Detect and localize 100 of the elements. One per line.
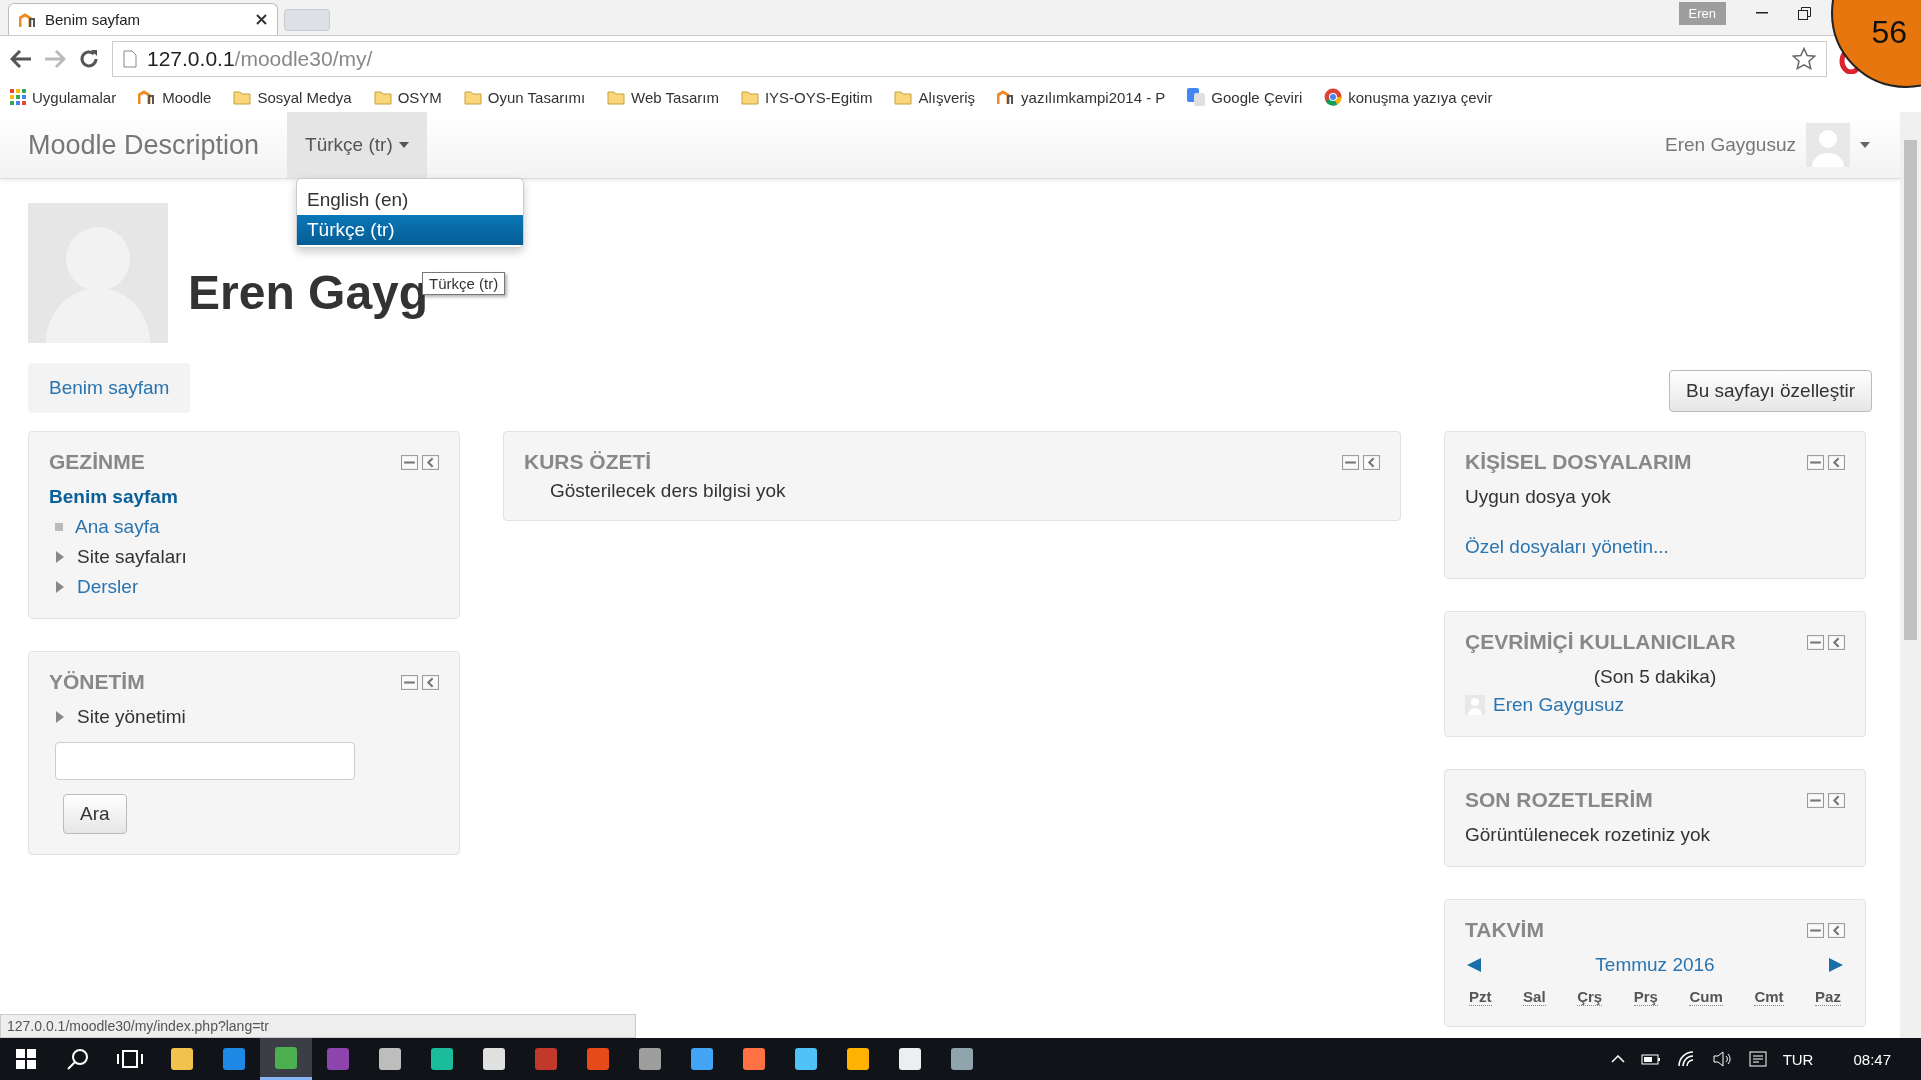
minimize-icon[interactable] <box>401 454 418 470</box>
close-icon[interactable] <box>256 14 267 25</box>
folder-icon <box>894 89 913 105</box>
minimize-icon[interactable] <box>1807 792 1824 808</box>
block-title: TAKVİM <box>1465 918 1545 942</box>
counter-text: 56 <box>1871 14 1907 51</box>
search-field[interactable] <box>55 742 355 780</box>
minimize-icon[interactable] <box>1807 922 1824 938</box>
previous-month-icon[interactable] <box>1467 958 1481 972</box>
bookmark[interactable]: OSYM <box>397 88 442 106</box>
language-option[interactable]: Türkçe (tr) <box>297 215 523 245</box>
search-icon <box>67 1048 89 1070</box>
folder-icon <box>607 89 626 105</box>
user-avatar-icon <box>28 203 168 343</box>
clock[interactable]: 08:47 <box>1853 1050 1891 1068</box>
weekday-header: Paz <box>1815 988 1841 1006</box>
bookmark[interactable]: yazılımkampi2014 - P <box>1021 88 1166 106</box>
folder-icon <box>373 89 392 105</box>
user-name[interactable]: Eren Gaygusuz <box>1665 134 1796 156</box>
bookmark[interactable]: Oyun Tasarımı <box>487 88 586 106</box>
manage-files-link[interactable]: Özel dosyaları yönetin... <box>1465 536 1669 557</box>
bookmark[interactable]: Google Çeviri <box>1211 88 1303 106</box>
notification-icon[interactable] <box>1748 1051 1767 1067</box>
nav-link[interactable]: Ana sayfa <box>75 516 160 538</box>
dock-icon[interactable] <box>1828 792 1845 808</box>
minimize-icon[interactable] <box>1342 454 1359 470</box>
bookmark[interactable]: Alışveriş <box>918 88 976 106</box>
block-title: YÖNETİM <box>49 670 146 694</box>
nav-item[interactable]: Site sayfaları <box>77 546 187 568</box>
site-icon <box>997 89 1016 105</box>
expand-icon[interactable] <box>55 550 65 564</box>
bookmark[interactable]: Moodle <box>162 88 212 106</box>
status-url: 127.0.0.1/moodle30/my/index.php?lang=tr <box>0 1014 636 1038</box>
dock-icon[interactable] <box>422 674 439 690</box>
dock-icon[interactable] <box>422 454 439 470</box>
weekday-header: Çrş <box>1577 988 1603 1006</box>
caret-icon <box>398 142 409 148</box>
empty-message: Uygun dosya yok <box>1465 486 1612 508</box>
bookmark[interactable]: Web Tasarım <box>631 88 719 106</box>
dock-icon[interactable] <box>1363 454 1380 470</box>
bookmark[interactable]: Sosyal Medya <box>257 88 352 106</box>
folder-icon <box>740 89 759 105</box>
bookmark[interactable]: IYS-OYS-Egitim <box>764 88 873 106</box>
restore-icon[interactable] <box>1798 6 1811 20</box>
chevron-icon[interactable] <box>1610 1055 1625 1063</box>
tooltip: Türkçe (tr) <box>422 272 506 295</box>
language-menu[interactable]: Türkçe (tr) <box>287 112 427 178</box>
block-title: KURS ÖZETİ <box>524 450 653 474</box>
folder-icon <box>463 89 482 105</box>
expand-icon[interactable] <box>55 710 65 724</box>
weekday-header: Prş <box>1633 988 1658 1006</box>
weekday-header: Sal <box>1523 988 1546 1006</box>
translate-icon <box>1187 88 1206 106</box>
block-title: GEZİNME <box>49 450 146 474</box>
expand-icon[interactable] <box>55 580 65 594</box>
page-icon <box>123 50 137 68</box>
windows-logo-icon <box>16 1049 36 1069</box>
weekday-header: Pzt <box>1469 988 1492 1006</box>
address-bar[interactable]: 127.0.0.1/moodle30/my/ <box>112 41 1827 77</box>
next-month-icon[interactable] <box>1829 958 1843 972</box>
site-icon <box>138 89 157 105</box>
browser-tab[interactable]: Benim sayfam <box>8 3 278 35</box>
minimize-icon[interactable] <box>1756 12 1768 14</box>
star-icon[interactable] <box>1792 47 1816 71</box>
dock-icon[interactable] <box>1828 922 1845 938</box>
page-tab[interactable]: Benim sayfam <box>28 363 191 413</box>
minimize-icon[interactable] <box>401 674 418 690</box>
nav-item[interactable]: Site yönetimi <box>77 706 186 728</box>
bullet-icon <box>55 523 63 531</box>
reload-icon[interactable] <box>78 48 100 70</box>
user-link[interactable]: Eren Gaygusuz <box>1493 694 1624 716</box>
weekday-header: Cum <box>1689 988 1723 1006</box>
folder-icon <box>233 89 252 105</box>
language-option[interactable]: English (en) <box>297 185 523 215</box>
dock-icon[interactable] <box>1828 634 1845 650</box>
weekday-header: Cmt <box>1754 988 1784 1006</box>
month-title[interactable]: Temmuz 2016 <box>1595 954 1715 976</box>
site-title[interactable]: Moodle Description <box>28 129 260 161</box>
search-button[interactable]: Ara <box>63 794 127 834</box>
back-icon[interactable] <box>10 50 32 68</box>
block-title: SON ROZETLERİM <box>1465 788 1654 812</box>
minimize-icon[interactable] <box>1807 454 1824 470</box>
scrollbar[interactable] <box>1900 112 1921 1038</box>
time-period: (Son 5 dakika) <box>1593 666 1717 687</box>
customize-page-button[interactable]: Bu sayfayı özelleştir <box>1669 370 1872 412</box>
minimize-icon[interactable] <box>1807 634 1824 650</box>
input-language[interactable]: TUR <box>1782 1050 1814 1068</box>
task-view-icon <box>117 1050 143 1068</box>
volume-icon[interactable] <box>1712 1051 1733 1067</box>
bookmark[interactable]: Uygulamalar <box>32 88 117 106</box>
empty-message: Görüntülenecek rozetiniz yok <box>1465 824 1711 846</box>
nav-link[interactable]: Benim sayfam <box>49 486 178 507</box>
bookmark[interactable]: konuşma yazıya çevir <box>1348 88 1493 106</box>
nav-link[interactable]: Dersler <box>77 576 139 598</box>
block-title: ÇEVRİMİÇİ KULLANICILAR <box>1465 630 1737 654</box>
caret-icon[interactable] <box>1860 142 1870 148</box>
battery-icon[interactable] <box>1640 1052 1661 1066</box>
apps-grid-icon <box>10 89 26 105</box>
chrome-icon <box>1324 88 1343 106</box>
dock-icon[interactable] <box>1828 454 1845 470</box>
